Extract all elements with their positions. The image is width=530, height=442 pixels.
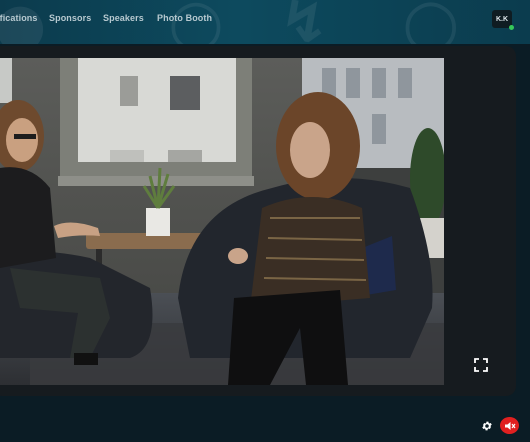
video-player[interactable] — [0, 58, 444, 385]
gear-icon — [482, 421, 492, 431]
nav-item-photo-booth[interactable]: Photo Booth — [157, 13, 212, 23]
banner-decoration: ○ — [402, 0, 460, 44]
settings-button[interactable] — [481, 419, 493, 431]
lightning-decoration: ↯ — [280, 0, 329, 44]
nav-item-sponsors[interactable]: Sponsors — [49, 13, 91, 23]
online-status-dot — [509, 25, 514, 30]
fullscreen-icon — [474, 358, 488, 372]
nav-item-notifications[interactable]: ifications — [0, 13, 38, 23]
video-frame — [0, 58, 444, 385]
speaker-muted-icon — [504, 421, 515, 430]
fullscreen-button[interactable] — [474, 358, 488, 372]
top-navigation-bar: ● ○ ↯ ○ ifications Sponsors Speakers Pho… — [0, 0, 530, 44]
nav-item-speakers[interactable]: Speakers — [103, 13, 144, 23]
mute-toggle-button[interactable] — [500, 417, 519, 434]
